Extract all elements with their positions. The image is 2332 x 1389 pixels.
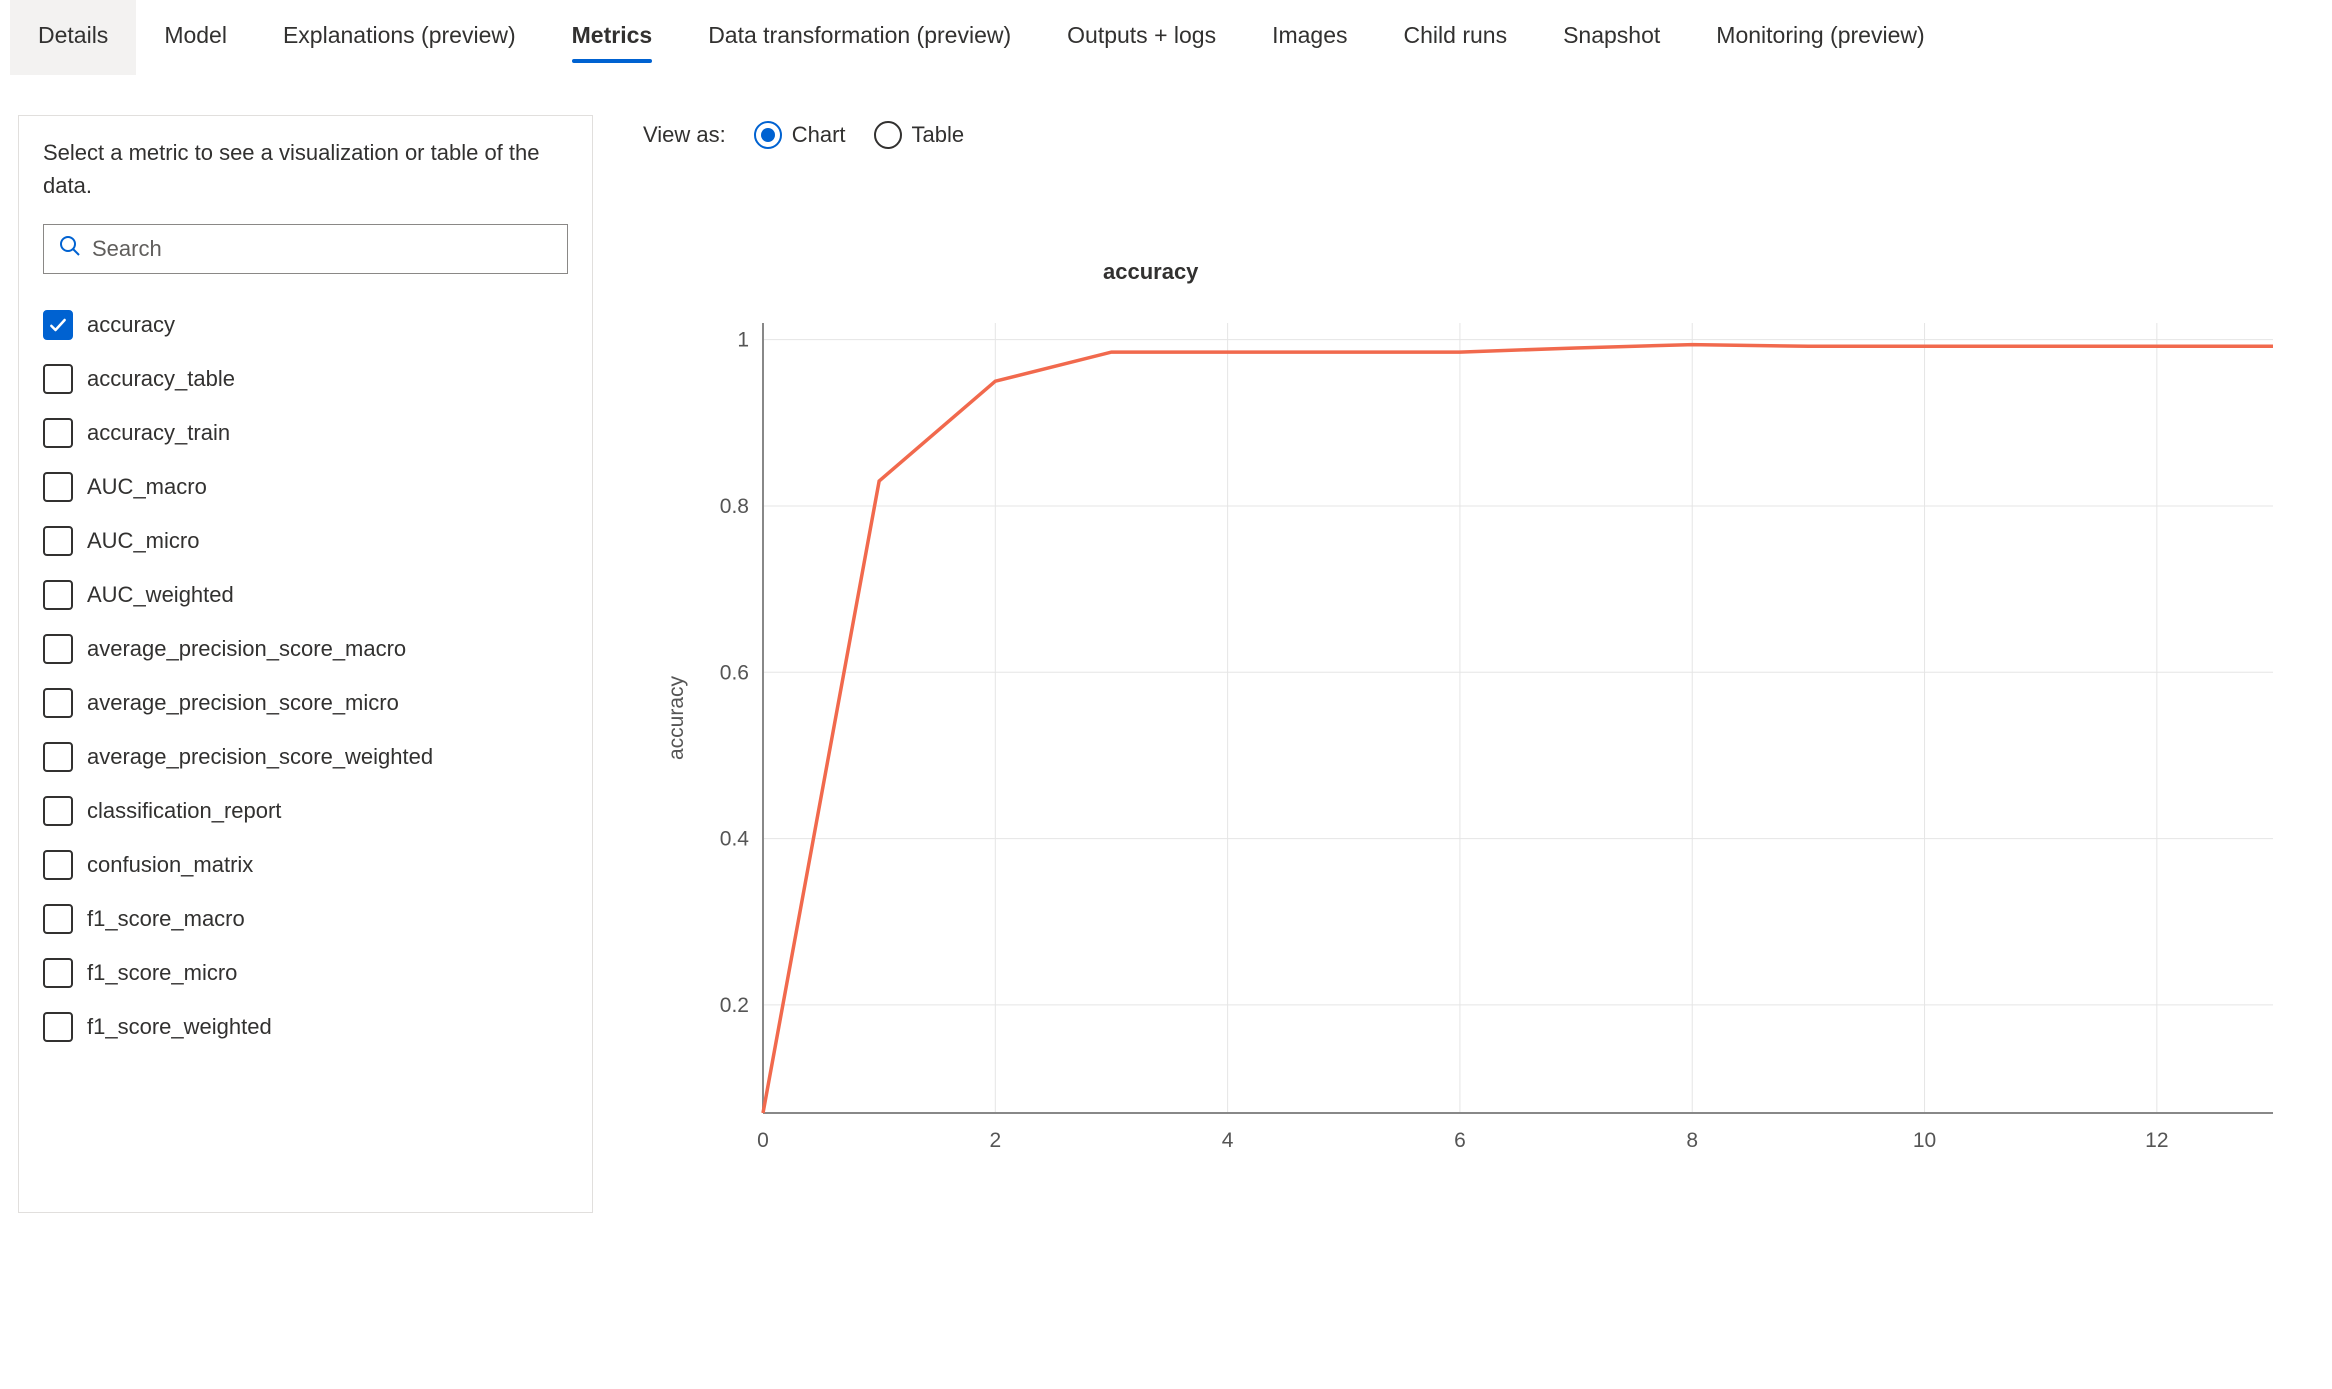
search-input[interactable]: Search (43, 224, 568, 274)
tab-outputs-logs[interactable]: Outputs + logs (1039, 0, 1244, 75)
metric-label: AUC_micro (87, 528, 199, 554)
chart-title: accuracy (643, 259, 2314, 285)
tab-monitoring-preview-[interactable]: Monitoring (preview) (1688, 0, 1952, 75)
tab-child-runs[interactable]: Child runs (1376, 0, 1536, 75)
metric-list[interactable]: accuracy accuracy_table accuracy_train AUC_… (19, 292, 592, 1192)
metric-checkbox[interactable] (43, 742, 73, 772)
svg-text:0: 0 (757, 1129, 769, 1152)
metric-label: f1_score_weighted (87, 1014, 272, 1040)
metric-row-average_precision_score_weighted[interactable]: average_precision_score_weighted (43, 730, 568, 784)
search-placeholder: Search (92, 236, 162, 262)
metric-checkbox[interactable] (43, 850, 73, 880)
radio-table-label: Table (912, 122, 965, 148)
metric-checkbox[interactable] (43, 796, 73, 826)
metric-label: average_precision_score_micro (87, 690, 399, 716)
metric-checkbox[interactable] (43, 634, 73, 664)
metric-checkbox[interactable] (43, 904, 73, 934)
radio-chart-circle (754, 121, 782, 149)
metric-label: average_precision_score_macro (87, 636, 406, 662)
radio-table-circle (874, 121, 902, 149)
tab-images[interactable]: Images (1244, 0, 1375, 75)
metric-checkbox[interactable] (43, 1012, 73, 1042)
tab-explanations-preview-[interactable]: Explanations (preview) (255, 0, 544, 75)
metric-row-f1_score_micro[interactable]: f1_score_micro (43, 946, 568, 1000)
metric-row-average_precision_score_macro[interactable]: average_precision_score_macro (43, 622, 568, 676)
metric-label: accuracy (87, 312, 175, 338)
svg-text:12: 12 (2145, 1129, 2168, 1152)
metric-row-AUC_micro[interactable]: AUC_micro (43, 514, 568, 568)
metric-checkbox[interactable] (43, 688, 73, 718)
radio-table[interactable]: Table (874, 121, 965, 149)
metric-checkbox[interactable] (43, 364, 73, 394)
search-icon (58, 234, 82, 264)
svg-text:0.8: 0.8 (720, 495, 749, 518)
tab-metrics[interactable]: Metrics (544, 0, 681, 75)
svg-text:4: 4 (1222, 1129, 1234, 1152)
metric-row-AUC_weighted[interactable]: AUC_weighted (43, 568, 568, 622)
metric-label: classification_report (87, 798, 281, 824)
metric-label: accuracy_table (87, 366, 235, 392)
metric-checkbox[interactable] (43, 958, 73, 988)
metric-row-average_precision_score_micro[interactable]: average_precision_score_micro (43, 676, 568, 730)
metric-label: f1_score_micro (87, 960, 237, 986)
svg-text:0.2: 0.2 (720, 994, 749, 1017)
metric-checkbox[interactable] (43, 580, 73, 610)
view-as-label: View as: (643, 122, 726, 148)
metric-label: average_precision_score_weighted (87, 744, 433, 770)
svg-text:0.6: 0.6 (720, 661, 749, 684)
svg-text:8: 8 (1686, 1129, 1698, 1152)
tab-model[interactable]: Model (136, 0, 255, 75)
tab-data-transformation-preview-[interactable]: Data transformation (preview) (680, 0, 1039, 75)
metric-row-accuracy[interactable]: accuracy (43, 298, 568, 352)
sidebar-instruction: Select a metric to see a visualization o… (19, 136, 592, 224)
chart-panel: View as: Chart Table accuracy 0246810120… (643, 115, 2314, 1188)
svg-text:0.4: 0.4 (720, 828, 750, 851)
metric-row-AUC_macro[interactable]: AUC_macro (43, 460, 568, 514)
metric-row-confusion_matrix[interactable]: confusion_matrix (43, 838, 568, 892)
metric-checkbox[interactable] (43, 472, 73, 502)
svg-text:10: 10 (1913, 1129, 1936, 1152)
metric-checkbox[interactable] (43, 526, 73, 556)
metric-row-f1_score_macro[interactable]: f1_score_macro (43, 892, 568, 946)
tab-details[interactable]: Details (10, 0, 136, 75)
radio-chart-label: Chart (792, 122, 846, 148)
metric-checkbox[interactable] (43, 418, 73, 448)
accuracy-chart: 0 2 4 6 8 10 12 0.2 0.4 0.6 0.8 1 accuracy (643, 313, 2293, 1183)
metric-row-accuracy_table[interactable]: accuracy_table (43, 352, 568, 406)
metric-checkbox[interactable] (43, 310, 73, 340)
svg-text:6: 6 (1454, 1129, 1466, 1152)
svg-text:accuracy: accuracy (665, 675, 688, 760)
metrics-sidebar: Select a metric to see a visualization o… (18, 115, 593, 1213)
metric-row-f1_score_weighted[interactable]: f1_score_weighted (43, 1000, 568, 1054)
tab-snapshot[interactable]: Snapshot (1535, 0, 1688, 75)
metric-row-classification_report[interactable]: classification_report (43, 784, 568, 838)
radio-chart[interactable]: Chart (754, 121, 846, 149)
metric-label: AUC_weighted (87, 582, 234, 608)
metric-label: f1_score_macro (87, 906, 245, 932)
svg-text:1: 1 (737, 329, 749, 352)
metric-row-accuracy_train[interactable]: accuracy_train (43, 406, 568, 460)
metric-label: confusion_matrix (87, 852, 253, 878)
svg-text:2: 2 (989, 1129, 1001, 1152)
metric-label: accuracy_train (87, 420, 230, 446)
metric-label: AUC_macro (87, 474, 207, 500)
view-as-group: View as: Chart Table (643, 115, 2314, 149)
tab-bar: DetailsModelExplanations (preview)Metric… (0, 0, 2332, 75)
